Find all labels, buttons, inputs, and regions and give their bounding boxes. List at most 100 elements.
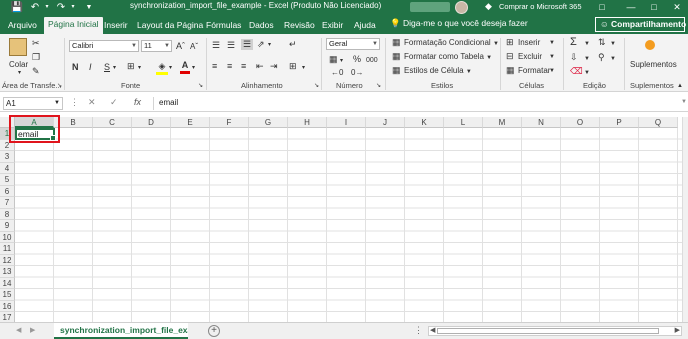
font-name-dropdown[interactable]: Calibri ▼: [69, 40, 139, 52]
font-launcher-icon[interactable]: ↘: [198, 81, 203, 92]
tab-layout-da-pagina[interactable]: Layout da Página: [137, 18, 203, 34]
scroll-left-icon[interactable]: ◀: [430, 326, 435, 334]
vertical-scrollbar[interactable]: [682, 117, 688, 322]
increase-font-icon[interactable]: Aˆ: [176, 41, 185, 52]
insert-function-button[interactable]: fx: [134, 97, 141, 107]
number-format-dropdown[interactable]: Geral ▼: [326, 38, 380, 50]
addins-button[interactable]: Suplementos: [630, 59, 677, 70]
cell-styles-button[interactable]: Estilos de Célula ▼: [404, 65, 472, 78]
row-header-8[interactable]: 8: [0, 208, 15, 220]
find-dropdown-icon[interactable]: ▼: [610, 54, 616, 65]
fill-color-dropdown-icon[interactable]: ▾: [169, 63, 172, 74]
copy-icon[interactable]: ❐: [32, 52, 40, 63]
column-header-g[interactable]: G: [249, 117, 288, 128]
align-right-icon[interactable]: ≡: [241, 61, 246, 72]
align-center-icon[interactable]: ≡: [227, 61, 232, 72]
fill-dropdown-icon[interactable]: ▼: [584, 54, 590, 65]
undo-dropdown-icon[interactable]: ▾: [40, 0, 54, 15]
column-header-l[interactable]: L: [444, 117, 483, 128]
align-top-icon[interactable]: ☰: [212, 40, 220, 51]
column-header-c[interactable]: C: [93, 117, 132, 128]
underline-dropdown-icon[interactable]: ▾: [113, 63, 116, 74]
cell-grid[interactable]: [15, 128, 682, 322]
delete-dropdown-icon[interactable]: ▼: [549, 52, 555, 63]
find-select-icon[interactable]: ⚲: [598, 52, 605, 63]
format-painter-icon[interactable]: ✎: [32, 66, 40, 77]
paste-icon[interactable]: [9, 38, 27, 56]
borders-dropdown-icon[interactable]: ▾: [138, 63, 141, 74]
currency-dropdown-icon[interactable]: ▾: [340, 56, 343, 67]
prev-sheet-icon[interactable]: ◀: [16, 326, 21, 334]
insert-cells-button[interactable]: Inserir: [518, 37, 540, 48]
font-color-button[interactable]: A: [180, 60, 190, 74]
tab-split-handle-icon[interactable]: ⋮: [414, 325, 423, 336]
more-options-icon[interactable]: ⋮: [70, 97, 79, 108]
autosum-icon[interactable]: Σ: [570, 37, 577, 48]
column-header-h[interactable]: H: [288, 117, 327, 128]
column-header-i[interactable]: I: [327, 117, 366, 128]
decrease-decimal-icon[interactable]: 0→: [351, 67, 363, 78]
confirm-entry-icon[interactable]: ✓: [110, 97, 118, 108]
delete-cells-button[interactable]: Excluir: [518, 51, 542, 62]
clear-icon[interactable]: ⌫: [570, 66, 583, 77]
scroll-right-icon[interactable]: ▶: [675, 326, 680, 334]
row-header-10[interactable]: 10: [0, 231, 15, 243]
collapse-ribbon-icon[interactable]: ▲: [677, 81, 683, 92]
orientation-dropdown-icon[interactable]: ▾: [268, 40, 271, 51]
increase-indent-icon[interactable]: ⇥: [270, 61, 278, 72]
row-header-12[interactable]: 12: [0, 254, 15, 266]
merge-center-icon[interactable]: ⊞: [289, 61, 297, 72]
user-name[interactable]: [410, 2, 450, 12]
scroll-thumb[interactable]: [437, 328, 659, 334]
font-size-dropdown[interactable]: 11 ▼: [141, 40, 172, 52]
column-header-f[interactable]: F: [210, 117, 249, 128]
tab-formulas[interactable]: Fórmulas: [206, 18, 241, 34]
tab-arquivo[interactable]: Arquivo: [8, 18, 37, 34]
column-header-o[interactable]: O: [561, 117, 600, 128]
paste-dropdown-icon[interactable]: ▾: [18, 68, 21, 79]
format-as-table-button[interactable]: Formatar como Tabela ▼: [404, 51, 492, 64]
add-sheet-icon[interactable]: +: [208, 325, 220, 337]
currency-icon[interactable]: ▦: [329, 54, 338, 65]
column-header-p[interactable]: P: [600, 117, 639, 128]
row-header-6[interactable]: 6: [0, 185, 15, 197]
increase-decimal-icon[interactable]: ←0: [331, 67, 343, 78]
minimize-icon[interactable]: —: [620, 0, 642, 15]
tab-pagina-inicial[interactable]: Página Inicial: [44, 17, 103, 34]
bold-button[interactable]: N: [72, 62, 79, 73]
share-button[interactable]: ☺ Compartilhamento: [595, 17, 686, 32]
expand-formula-bar-icon[interactable]: ▼: [681, 99, 687, 105]
column-header-q[interactable]: Q: [639, 117, 678, 128]
column-header-e[interactable]: E: [171, 117, 210, 128]
row-header-13[interactable]: 13: [0, 266, 15, 278]
column-header-n[interactable]: N: [522, 117, 561, 128]
close-icon[interactable]: ✕: [666, 0, 688, 15]
decrease-font-icon[interactable]: Aˇ: [190, 41, 198, 52]
tell-me-search[interactable]: 💡 Diga-me o que você deseja fazer: [390, 18, 528, 29]
wrap-text-icon[interactable]: ↵: [289, 39, 297, 50]
row-header-5[interactable]: 5: [0, 174, 15, 186]
column-header-k[interactable]: K: [405, 117, 444, 128]
row-header-7[interactable]: 7: [0, 197, 15, 209]
row-header-16[interactable]: 16: [0, 300, 15, 312]
row-header-14[interactable]: 14: [0, 277, 15, 289]
column-header-m[interactable]: M: [483, 117, 522, 128]
clear-dropdown-icon[interactable]: ▼: [584, 68, 590, 79]
ribbon-display-options-icon[interactable]: □: [591, 0, 613, 15]
font-color-dropdown-icon[interactable]: ▾: [192, 63, 195, 74]
avatar[interactable]: [455, 1, 468, 14]
merge-dropdown-icon[interactable]: ▾: [302, 63, 305, 74]
format-dropdown-icon[interactable]: ▼: [549, 66, 555, 77]
sheet-tab[interactable]: synchronization_import_file_exa: [54, 323, 188, 339]
row-header-17[interactable]: 17: [0, 312, 15, 322]
autosum-dropdown-icon[interactable]: ▼: [584, 39, 590, 50]
align-left-icon[interactable]: ≡: [212, 61, 217, 72]
fill-icon[interactable]: ⇩: [570, 52, 578, 63]
maximize-icon[interactable]: □: [643, 0, 665, 15]
thousands-separator-button[interactable]: 000: [366, 55, 378, 66]
column-header-j[interactable]: J: [366, 117, 405, 128]
row-header-15[interactable]: 15: [0, 289, 15, 301]
cancel-entry-icon[interactable]: ✕: [88, 97, 96, 108]
orientation-icon[interactable]: ⇗: [257, 39, 265, 50]
cut-icon[interactable]: ✂: [32, 38, 40, 49]
